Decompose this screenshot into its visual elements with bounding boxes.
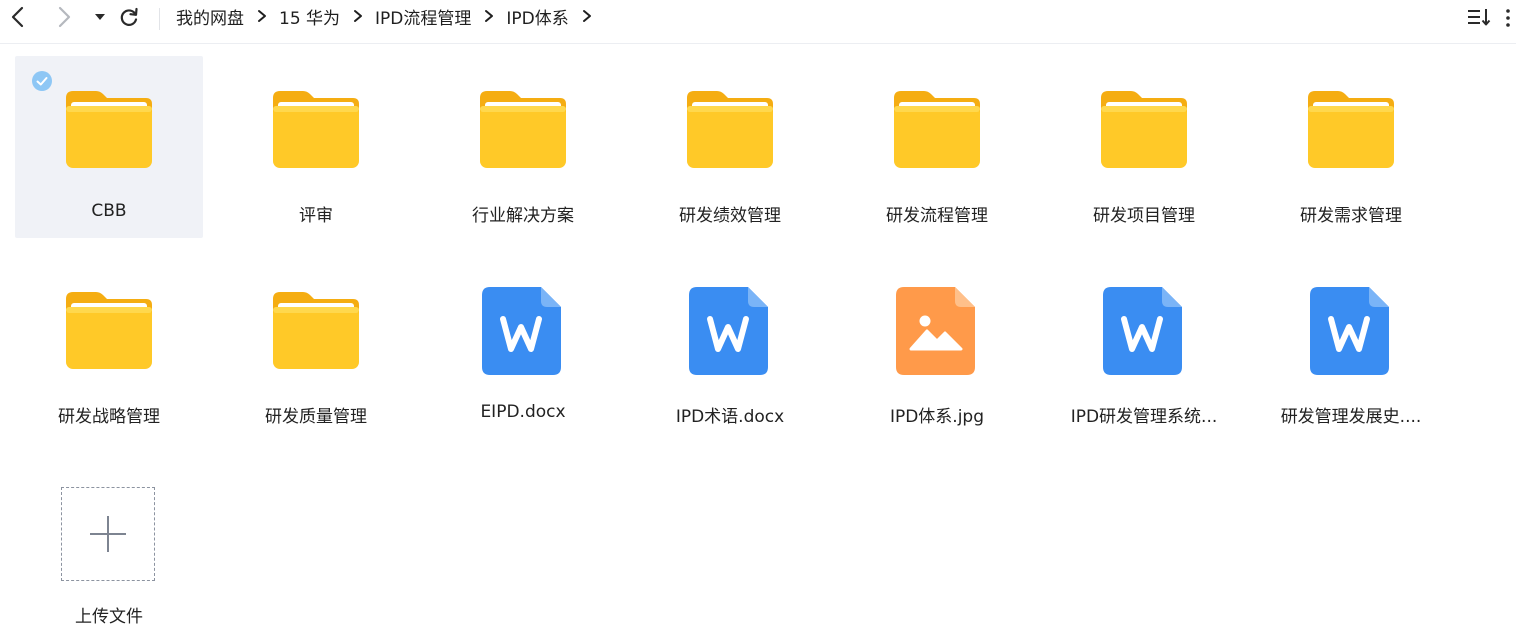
file-tile-folder[interactable]: 行业解决方案 bbox=[429, 56, 617, 238]
folder-icon bbox=[66, 292, 152, 369]
word-document-icon bbox=[1310, 287, 1389, 375]
word-document-icon bbox=[689, 287, 768, 375]
sort-button[interactable] bbox=[1466, 6, 1492, 28]
breadcrumb: 我的网盘 15 华为 IPD流程管理 IPD体系 bbox=[176, 0, 604, 32]
breadcrumb-separator-icon bbox=[484, 9, 494, 23]
history-dropdown-button[interactable] bbox=[88, 5, 112, 29]
file-name: 研发管理发展史.... bbox=[1280, 407, 1422, 427]
file-tile-word[interactable]: IPD术语.docx bbox=[636, 257, 824, 439]
back-button[interactable] bbox=[6, 5, 30, 29]
refresh-icon bbox=[120, 7, 138, 26]
upload-file-label: 上传文件 bbox=[75, 607, 143, 627]
file-name: 行业解决方案 bbox=[472, 206, 574, 226]
file-name: EIPD.docx bbox=[480, 402, 566, 422]
file-tile-folder[interactable]: 研发项目管理 bbox=[1050, 56, 1238, 238]
file-tile-folder[interactable]: 研发战略管理 bbox=[15, 257, 203, 439]
file-name: 研发战略管理 bbox=[58, 407, 160, 427]
file-name: CBB bbox=[91, 201, 127, 221]
file-name: IPD体系.jpg bbox=[889, 407, 985, 427]
folder-icon bbox=[687, 91, 773, 168]
plus-icon bbox=[90, 516, 126, 552]
breadcrumb-item-ipd-process[interactable]: IPD流程管理 bbox=[375, 4, 471, 29]
upload-file-button[interactable] bbox=[61, 487, 155, 581]
file-tile-folder[interactable]: 研发流程管理 bbox=[843, 56, 1031, 238]
sort-icon bbox=[1468, 9, 1491, 26]
more-vertical-icon bbox=[1506, 9, 1510, 27]
folder-icon bbox=[1101, 91, 1187, 168]
breadcrumb-separator-icon bbox=[353, 9, 363, 23]
file-tile-folder[interactable]: 研发绩效管理 bbox=[636, 56, 824, 238]
file-name: 评审 bbox=[299, 206, 333, 226]
file-tile-folder[interactable]: 研发需求管理 bbox=[1257, 56, 1445, 238]
breadcrumb-item-huawei[interactable]: 15 华为 bbox=[279, 4, 340, 29]
folder-icon bbox=[1308, 91, 1394, 168]
refresh-button[interactable] bbox=[117, 5, 141, 29]
breadcrumb-separator-icon bbox=[257, 9, 267, 23]
word-document-icon bbox=[482, 287, 561, 375]
file-name: IPD研发管理系统... bbox=[1070, 407, 1218, 427]
file-name: 研发需求管理 bbox=[1300, 206, 1402, 226]
file-tile-folder[interactable]: 研发质量管理 bbox=[222, 257, 410, 439]
breadcrumb-item-ipd-system[interactable]: IPD体系 bbox=[506, 4, 568, 29]
file-tile-word[interactable]: IPD研发管理系统... bbox=[1050, 257, 1238, 439]
folder-icon bbox=[480, 91, 566, 168]
top-toolbar: 我的网盘 15 华为 IPD流程管理 IPD体系 bbox=[0, 0, 1516, 44]
file-tile-word[interactable]: 研发管理发展史.... bbox=[1257, 257, 1445, 439]
file-tile-folder[interactable]: 评审 bbox=[222, 56, 410, 238]
toolbar-divider bbox=[159, 8, 160, 30]
chevron-left-icon bbox=[11, 6, 24, 28]
forward-button[interactable] bbox=[52, 5, 76, 29]
folder-icon bbox=[894, 91, 980, 168]
breadcrumb-dropdown-icon[interactable] bbox=[582, 9, 592, 23]
folder-icon bbox=[273, 292, 359, 369]
file-name: IPD术语.docx bbox=[675, 407, 785, 427]
word-document-icon bbox=[1103, 287, 1182, 375]
chevron-right-icon bbox=[58, 6, 71, 28]
file-name: 研发质量管理 bbox=[265, 407, 367, 427]
check-circle-icon bbox=[32, 71, 52, 91]
more-options-button[interactable] bbox=[1504, 8, 1512, 28]
file-name: 研发流程管理 bbox=[886, 206, 988, 226]
folder-icon bbox=[273, 91, 359, 168]
file-tile-folder[interactable]: CBB bbox=[15, 56, 203, 238]
caret-down-icon bbox=[95, 14, 105, 20]
file-name: 研发绩效管理 bbox=[679, 206, 781, 226]
image-file-icon bbox=[896, 287, 975, 375]
folder-icon bbox=[66, 91, 152, 168]
file-tile-word[interactable]: EIPD.docx bbox=[429, 257, 617, 439]
file-tile-image[interactable]: IPD体系.jpg bbox=[843, 257, 1031, 439]
breadcrumb-item-my-drive[interactable]: 我的网盘 bbox=[176, 4, 244, 29]
file-name: 研发项目管理 bbox=[1093, 206, 1195, 226]
